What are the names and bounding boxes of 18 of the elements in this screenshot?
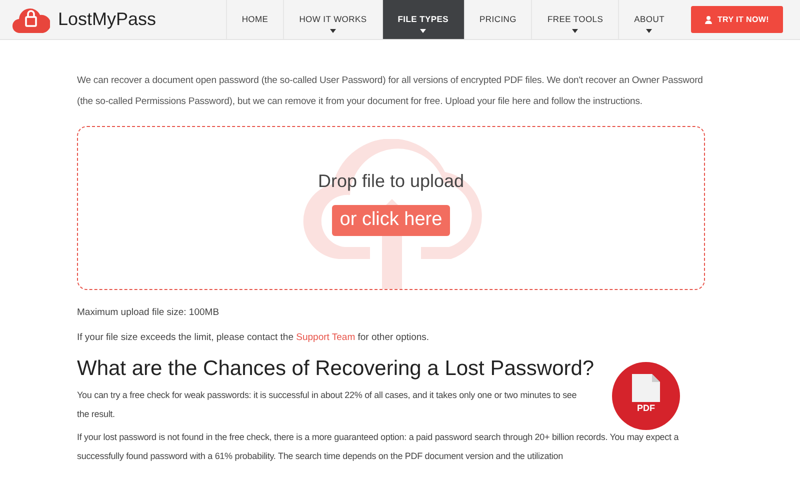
nav-link[interactable]: ABOUT	[618, 0, 680, 39]
max-size-text: Maximum upload file size: 100MB	[77, 306, 220, 320]
drop-zone[interactable]: Drop file to upload or click here	[77, 126, 705, 290]
logo-text[interactable]: LostMyPass	[58, 6, 156, 33]
nav-link[interactable]: PRICING	[464, 0, 532, 39]
intro-paragraph: We can recover a document open password (the so-called User Password) for all versions of encrypted PDF files. We don't recover an Owner Password (the so-called Permissions Password), but we can remove it from your document for free. Upload your file here and follow the instructions.	[77, 74, 704, 109]
support-team-link[interactable]: Support Team	[296, 332, 356, 344]
body-paragraph: You can try a free check for weak passwords: it is successful in about 22% of all cases, and it takes only one or two minutes to see the result.	[77, 388, 578, 420]
drop-title: Drop file to upload	[318, 170, 464, 193]
pdf-file-icon: PDF	[612, 362, 680, 430]
try-it-now-button[interactable]: TRY IT NOW!	[691, 6, 783, 33]
person-icon	[705, 16, 712, 24]
limit-note: If your file size exceeds the limit, please contact the Support Team for other options.	[77, 331, 430, 346]
nav-link[interactable]: FILE TYPES	[382, 0, 464, 39]
body-paragraph: If your lost password is not found in the free check, there is a more guaranteed option: a paid password search through 20+ billion records. You may expect a successfully found password with a 61% probability. The search time depends on the PDF document version and the utilization	[77, 430, 680, 463]
nav-link[interactable]: FREE TOOLS	[531, 0, 618, 39]
nav-link[interactable]: HOME	[226, 0, 284, 39]
section-heading: What are the Chances of Recovering a Lost Password?	[77, 356, 594, 382]
